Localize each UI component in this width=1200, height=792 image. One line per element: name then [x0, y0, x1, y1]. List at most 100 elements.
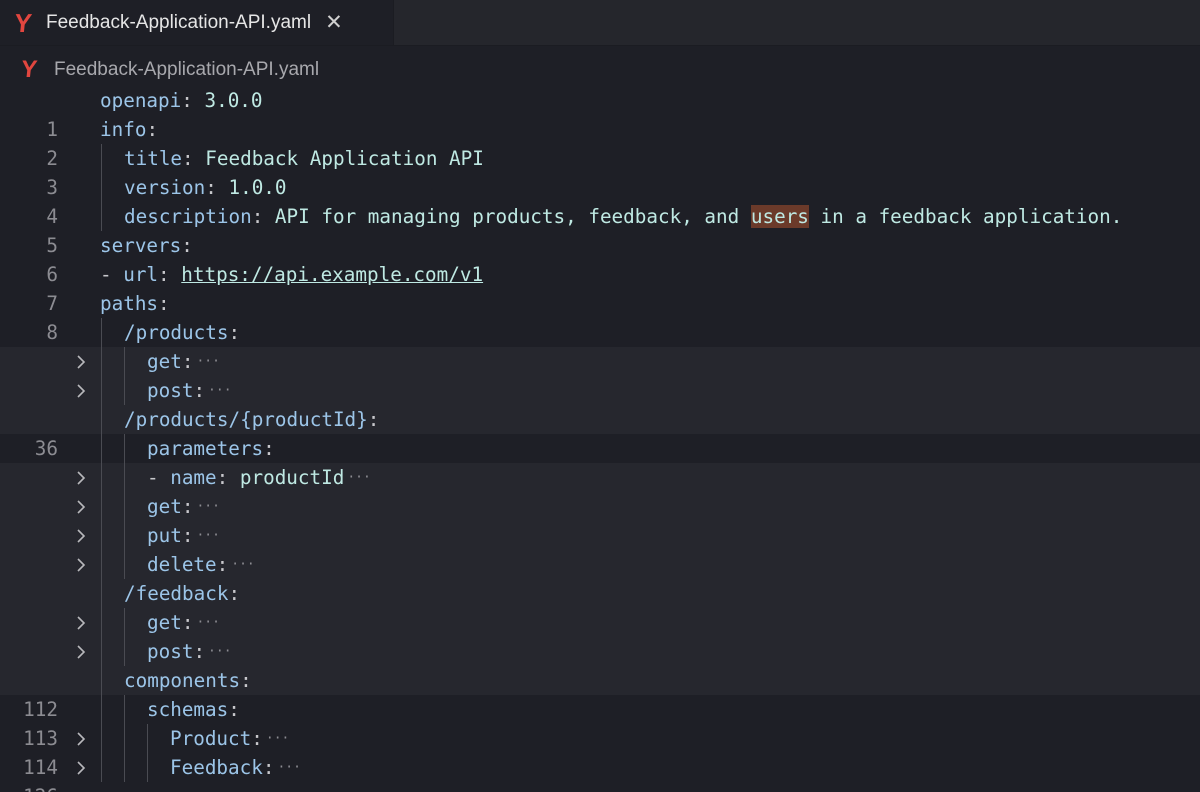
yaml-key: post — [147, 640, 194, 663]
yaml-key: /feedback — [124, 582, 229, 605]
indent-guide — [101, 405, 102, 434]
tab-bar: Y Feedback-Application-API.yaml ✕ — [0, 0, 1200, 46]
fold-ellipsis[interactable]: ··· — [208, 376, 231, 405]
chevron-right-icon[interactable] — [72, 637, 92, 666]
indent-guide — [101, 608, 102, 637]
chevron-right-icon[interactable] — [72, 724, 92, 753]
editor-tab[interactable]: Y Feedback-Application-API.yaml ✕ — [0, 0, 394, 45]
indent-guide — [101, 666, 102, 695]
fold-ellipsis[interactable]: ··· — [277, 753, 300, 782]
yaml-key: Product — [170, 727, 252, 750]
yaml-key: get — [147, 495, 182, 518]
yaml-key: get — [147, 611, 182, 634]
yaml-key: paths — [100, 292, 159, 315]
fold-ellipsis[interactable]: ··· — [196, 492, 219, 521]
yaml-value: productId — [239, 466, 345, 489]
code-line: 10 get:··· — [0, 347, 1200, 402]
code-line: 4 version: 1.0.0 — [0, 173, 1200, 228]
yaml-key: /products — [124, 321, 229, 344]
chevron-right-icon[interactable] — [72, 550, 92, 579]
chevron-right-icon[interactable] — [72, 521, 92, 550]
code-line: 9 /products: — [0, 318, 1200, 373]
close-icon[interactable]: ✕ — [325, 12, 343, 33]
indent-guide — [124, 753, 125, 782]
yaml-key: /products/{productId} — [124, 408, 368, 431]
code-line: 85 /feedback: — [0, 579, 1200, 634]
code-line: 126 Feedback:··· — [0, 753, 1200, 792]
chevron-right-icon[interactable] — [72, 492, 92, 521]
indent-guide — [101, 347, 102, 376]
indent-guide — [101, 144, 102, 173]
indent-guide — [124, 463, 125, 492]
indent-guide — [124, 492, 125, 521]
chevron-right-icon[interactable] — [72, 347, 92, 376]
yaml-key: post — [147, 379, 194, 402]
indent-guide — [101, 724, 102, 753]
code-line: 1 openapi: 3.0.0 — [0, 86, 1200, 141]
code-editor[interactable]: 1 openapi: 3.0.0 2 info: 3 title: Feedba… — [0, 86, 1200, 792]
indent-guide — [124, 434, 125, 463]
chevron-right-icon[interactable] — [72, 376, 92, 405]
fold-ellipsis[interactable]: ··· — [347, 463, 370, 492]
indent-guide — [101, 463, 102, 492]
indent-guide — [101, 318, 102, 347]
yaml-key: schemas — [147, 698, 229, 721]
code-line: 36 /products/{productId}: — [0, 405, 1200, 460]
indent-guide — [124, 521, 125, 550]
indent-guide — [124, 637, 125, 666]
yaml-key: name — [170, 466, 217, 489]
fold-ellipsis[interactable]: ··· — [208, 637, 231, 666]
indent-guide — [101, 637, 102, 666]
yaml-key: parameters — [147, 437, 264, 460]
chevron-right-icon[interactable] — [72, 753, 92, 782]
indent-guide — [124, 347, 125, 376]
code-line: 37 parameters: — [0, 434, 1200, 489]
code-line: 55 put:··· — [0, 521, 1200, 576]
fold-ellipsis[interactable]: ··· — [196, 608, 219, 637]
indent-guide — [101, 376, 102, 405]
yaml-value: 3.0.0 — [204, 89, 263, 112]
fold-ellipsis[interactable]: ··· — [196, 347, 219, 376]
yaml-key: delete — [147, 553, 217, 576]
indent-guide — [101, 753, 102, 782]
code-line: 20 post:··· — [0, 376, 1200, 431]
yaml-key: description — [124, 205, 252, 228]
chevron-right-icon[interactable] — [72, 463, 92, 492]
yaml-key: Feedback — [170, 756, 263, 779]
code-line: 8 paths: — [0, 289, 1200, 344]
code-line: 96 post:··· — [0, 637, 1200, 692]
yaml-key: version — [124, 176, 206, 199]
yaml-key: components — [124, 669, 241, 692]
indent-guide — [147, 753, 148, 782]
yaml-key: title — [124, 147, 183, 170]
yaml-icon: Y — [19, 55, 39, 83]
fold-ellipsis[interactable]: ··· — [266, 724, 289, 753]
yaml-value: in a feedback application. — [808, 205, 1123, 228]
indent-guide — [101, 521, 102, 550]
code-line: 73 delete:··· — [0, 550, 1200, 605]
code-line: 6 servers: — [0, 231, 1200, 286]
code-line: 2 info: — [0, 115, 1200, 170]
fold-ellipsis[interactable]: ··· — [231, 550, 254, 579]
url-link[interactable]: https://api.example.com/v1 — [181, 263, 483, 286]
indent-guide — [101, 173, 102, 202]
yaml-key: url — [123, 263, 159, 286]
indent-guide — [124, 608, 125, 637]
code-line: 38 - name: productId··· — [0, 463, 1200, 518]
yaml-key: get — [147, 350, 182, 373]
chevron-right-icon[interactable] — [72, 608, 92, 637]
indent-guide — [101, 434, 102, 463]
breadcrumb-file[interactable]: Feedback-Application-API.yaml — [54, 59, 319, 81]
code-line: 112 components: — [0, 666, 1200, 721]
indent-guide — [124, 724, 125, 753]
fold-ellipsis[interactable]: ··· — [196, 521, 219, 550]
code-line: 114 Product: ··· — [0, 724, 1200, 779]
indent-guide — [101, 579, 102, 608]
code-line: 7 - url: https://api.example.com/v1 — [0, 260, 1200, 315]
code-line: 86 get:··· — [0, 608, 1200, 663]
yaml-value: API for managing products, feedback, and — [274, 205, 751, 228]
code-line: 43 get:··· — [0, 492, 1200, 547]
search-match: users — [750, 205, 809, 228]
indent-guide — [124, 376, 125, 405]
indent-guide — [101, 202, 102, 231]
